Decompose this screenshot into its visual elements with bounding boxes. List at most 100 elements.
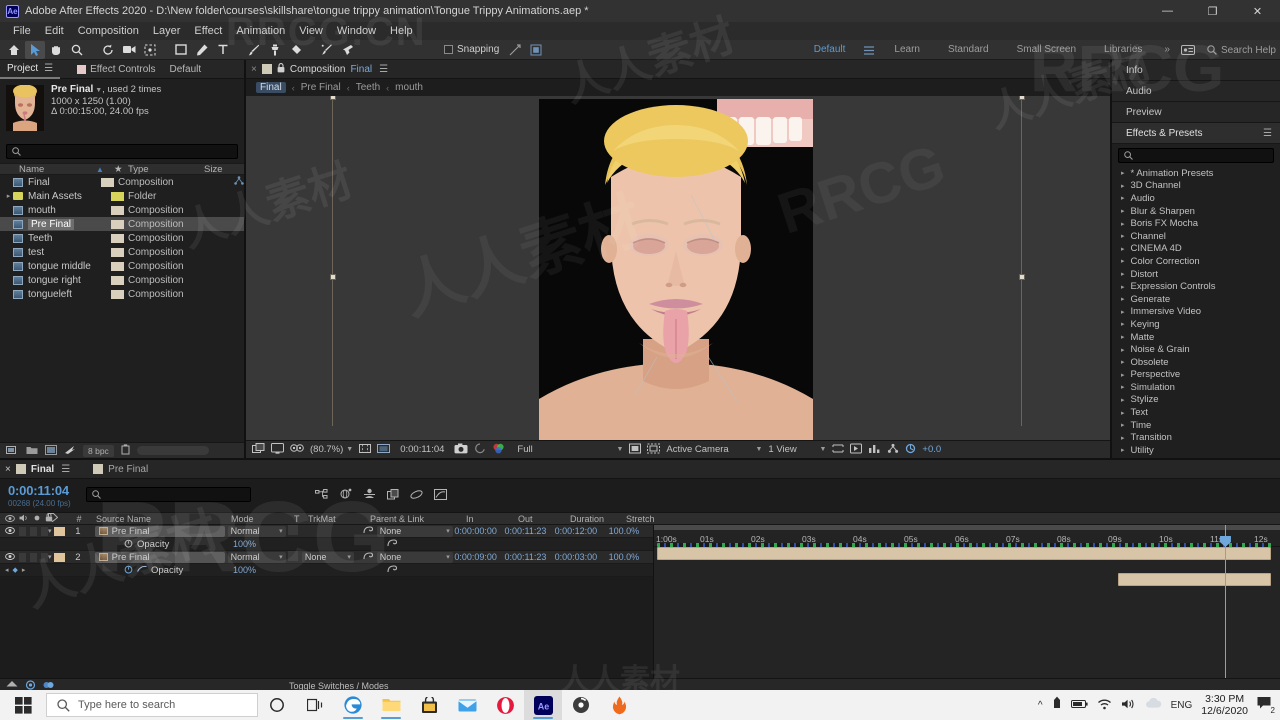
tab-default[interactable]: Default bbox=[163, 60, 209, 79]
search-help-control[interactable]: Search Help bbox=[1207, 45, 1276, 56]
menu-item-window[interactable]: Window bbox=[330, 22, 383, 40]
brush-tool-icon[interactable] bbox=[244, 41, 264, 59]
exposure-value[interactable]: +0.0 bbox=[922, 444, 941, 455]
project-footer-slider[interactable] bbox=[136, 446, 209, 455]
tray-onedrive-icon[interactable] bbox=[1145, 697, 1162, 712]
effects-category-row[interactable]: ▸ Time bbox=[1112, 419, 1280, 432]
snapshot-icon[interactable] bbox=[454, 443, 468, 457]
project-search-input[interactable] bbox=[6, 144, 238, 159]
column-duration[interactable]: Duration bbox=[570, 514, 626, 524]
workspace-learn[interactable]: Learn bbox=[880, 40, 934, 60]
chevron-right-icon[interactable]: ▸ bbox=[1121, 421, 1125, 429]
menu-item-view[interactable]: View bbox=[292, 22, 330, 40]
effects-category-row[interactable]: ▸ Transition bbox=[1112, 431, 1280, 444]
project-item-row[interactable]: test Composition bbox=[0, 245, 244, 259]
column-t[interactable]: T bbox=[294, 514, 308, 524]
column-name[interactable]: Name ▲ bbox=[0, 164, 114, 175]
timeline-graph-icon[interactable] bbox=[868, 443, 881, 457]
project-settings-icon[interactable] bbox=[64, 445, 76, 457]
column-parent-link[interactable]: Parent & Link bbox=[368, 514, 466, 524]
label-color-swatch[interactable] bbox=[111, 219, 124, 229]
solo-icon[interactable] bbox=[33, 514, 41, 524]
twisty-icon[interactable]: ▸ bbox=[4, 192, 13, 200]
tray-language-indicator[interactable]: ENG bbox=[1171, 700, 1193, 711]
property-value[interactable]: 100% bbox=[228, 539, 294, 549]
taskbar-after-effects-icon[interactable]: Ae bbox=[524, 690, 562, 720]
grid-guides-icon[interactable] bbox=[359, 443, 372, 457]
label-color-swatch[interactable] bbox=[53, 552, 65, 562]
taskbar-flame-app-icon[interactable] bbox=[600, 690, 638, 720]
chevron-right-icon[interactable]: ▸ bbox=[1121, 434, 1125, 442]
workspace-small-screen[interactable]: Small Screen bbox=[1003, 40, 1090, 60]
column-stretch[interactable]: Stretch bbox=[626, 514, 672, 524]
label-color-swatch[interactable] bbox=[111, 261, 124, 271]
pickwhip-icon[interactable] bbox=[362, 525, 373, 538]
zoom-level-control[interactable]: (80.7%) ▼ bbox=[310, 444, 353, 455]
effects-category-row[interactable]: ▸ Boris FX Mocha bbox=[1112, 217, 1280, 230]
property-pickwhip-cell[interactable] bbox=[368, 538, 466, 551]
project-item-row[interactable]: tongue right Composition bbox=[0, 273, 244, 287]
resolution-dropdown[interactable]: Full ▼ bbox=[517, 444, 623, 455]
chevron-down-icon[interactable]: ▼ bbox=[346, 446, 353, 453]
stopwatch-icon[interactable] bbox=[124, 564, 133, 577]
label-color-swatch[interactable] bbox=[111, 247, 124, 257]
workspace-standard[interactable]: Standard bbox=[934, 40, 1003, 60]
timeline-current-time[interactable]: 0:00:11:04 bbox=[8, 483, 86, 498]
workspace-default[interactable]: Default bbox=[800, 40, 860, 60]
preserve-transparency-toggle[interactable] bbox=[288, 524, 299, 535]
audio-toggle[interactable] bbox=[19, 552, 26, 562]
new-comp-icon[interactable] bbox=[6, 445, 19, 457]
layer-out-point[interactable]: 0:00:11:23 bbox=[504, 526, 554, 536]
timeline-layer-row[interactable]: ▾ 2 Pre Final Normal ▾ None ▾ None ▾ 0:00:09:00 0:… bbox=[0, 550, 653, 564]
panel-info[interactable]: Info bbox=[1112, 60, 1280, 81]
timeline-property-row[interactable]: Opacity 100% bbox=[0, 538, 653, 551]
solo-toggle[interactable] bbox=[30, 552, 37, 562]
timeline-tab-pre-final[interactable]: Pre Final bbox=[108, 464, 148, 475]
effects-category-row[interactable]: ▸ Color Correction bbox=[1112, 255, 1280, 268]
layer-out-point[interactable]: 0:00:11:23 bbox=[504, 552, 554, 562]
column-index[interactable]: # bbox=[70, 514, 88, 524]
property-name-cell[interactable]: Opacity bbox=[88, 564, 228, 577]
label-color-swatch[interactable] bbox=[101, 177, 114, 187]
layer-stretch[interactable]: 100.0% bbox=[609, 526, 653, 536]
chevron-right-icon[interactable]: ▸ bbox=[1121, 283, 1125, 291]
effects-category-row[interactable]: ▸ Simulation bbox=[1112, 381, 1280, 394]
hand-tool-icon[interactable] bbox=[46, 41, 66, 59]
layer-parent-cell[interactable]: None ▾ bbox=[360, 551, 455, 564]
label-color-swatch[interactable] bbox=[53, 526, 65, 536]
chevron-right-icon[interactable]: ▸ bbox=[1121, 220, 1125, 228]
layer-duration[interactable]: 0:00:03:00 bbox=[555, 552, 609, 562]
keyframe-marker-strip[interactable] bbox=[657, 543, 1272, 547]
chevron-right-icon[interactable]: ▸ bbox=[1121, 396, 1125, 404]
work-area-bar[interactable] bbox=[654, 525, 1280, 530]
layer-duration-bar[interactable] bbox=[657, 547, 1272, 560]
layer-trkmat-dropdown[interactable]: None ▾ bbox=[301, 551, 354, 563]
camera-dropdown[interactable]: Active Camera ▼ bbox=[666, 444, 762, 455]
chevron-right-icon[interactable]: ▸ bbox=[1121, 346, 1125, 354]
toggle-mask-icon[interactable] bbox=[271, 442, 284, 457]
menu-item-edit[interactable]: Edit bbox=[38, 22, 71, 40]
tray-pen-icon[interactable] bbox=[1052, 696, 1062, 714]
chevron-right-icon[interactable]: ▸ bbox=[1121, 182, 1125, 190]
menu-item-layer[interactable]: Layer bbox=[146, 22, 188, 40]
enable-motion-blur-icon[interactable] bbox=[410, 489, 423, 503]
graph-editor-icon[interactable] bbox=[434, 488, 447, 503]
next-keyframe-icon[interactable]: ▸ bbox=[22, 566, 26, 574]
chevron-down-icon[interactable]: ▾ bbox=[446, 553, 450, 561]
effects-search-field[interactable] bbox=[1136, 150, 1266, 161]
layer-source-pill[interactable]: Pre Final bbox=[94, 551, 225, 563]
project-item-row[interactable]: Teeth Composition bbox=[0, 231, 244, 245]
audio-toggle[interactable] bbox=[19, 526, 26, 536]
chevron-right-icon[interactable]: ▸ bbox=[1121, 308, 1125, 316]
keyframe-icon[interactable]: ◆ bbox=[13, 566, 18, 574]
chevron-right-icon[interactable]: ▸ bbox=[1121, 232, 1125, 240]
label-color-swatch[interactable] bbox=[111, 289, 124, 299]
layer-in-point[interactable]: 0:00:09:00 bbox=[454, 552, 504, 562]
tray-expand-icon[interactable]: ^ bbox=[1038, 700, 1043, 711]
effects-category-row[interactable]: ▸ Stylize bbox=[1112, 394, 1280, 407]
timeline-tab-final[interactable]: Final bbox=[31, 464, 54, 475]
composition-panel-menu-icon[interactable]: ☰ bbox=[379, 64, 388, 75]
home-icon[interactable] bbox=[4, 41, 24, 59]
taskbar-clock[interactable]: 3:30 PM 12/6/2020 bbox=[1201, 693, 1248, 717]
composition-canvas[interactable]: 人人素材 RRCG bbox=[246, 96, 1110, 440]
